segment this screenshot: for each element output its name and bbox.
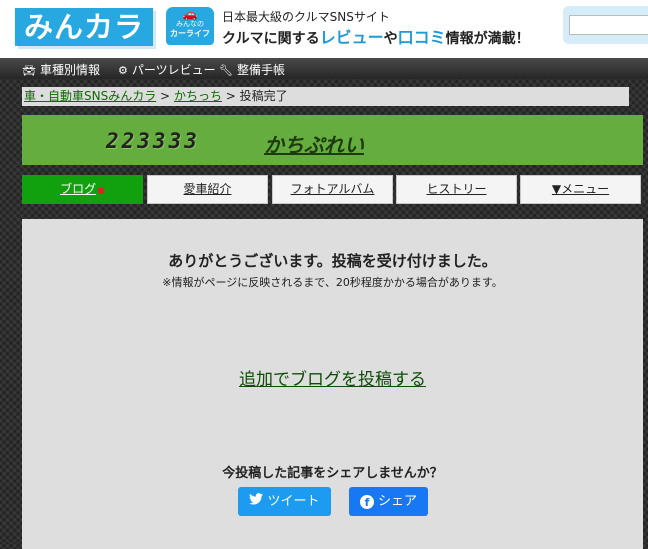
thanks-message: ありがとうございます。投稿を受け付けました。 bbox=[168, 252, 497, 270]
car-icon: 🚗 bbox=[182, 7, 198, 21]
new-badge-icon: ● bbox=[97, 186, 105, 196]
tab-history[interactable]: ヒストリー bbox=[396, 175, 517, 204]
tweet-button-label: ツイート bbox=[267, 494, 320, 509]
wrench-icon: 🔧︎ bbox=[219, 64, 233, 77]
tagline-kuchikomi: 口コミ bbox=[397, 28, 446, 47]
carlife-badge-line2: カーライフ bbox=[170, 29, 210, 38]
share-prompt: 今投稿した記事をシェアしませんか？ bbox=[222, 466, 443, 481]
add-blog-post-link[interactable]: 追加でブログを投稿する bbox=[22, 365, 643, 390]
breadcrumb-separator: > bbox=[160, 89, 171, 103]
tagline-part2: や bbox=[383, 31, 398, 47]
site-header: みんカラ 🚗 みんなの カーライフ 日本最大級のクルマSNSサイト クルマに関す… bbox=[0, 0, 648, 58]
nav-item-label: 車種別情報 bbox=[39, 63, 100, 77]
breadcrumb-home-link[interactable]: 車・自動車SNSみんカラ bbox=[24, 89, 156, 103]
nav-item-maintenance[interactable]: 🔧︎ 整備手帳 bbox=[219, 61, 285, 78]
tab-label: フォトアルバム bbox=[290, 182, 375, 196]
visit-counter: 223333 bbox=[106, 129, 200, 153]
tab-my-car[interactable]: 愛車紹介 bbox=[147, 175, 268, 204]
reflection-note: ※情報がページに反映されるまで、20秒程度かかる場合があります。 bbox=[162, 276, 503, 289]
tab-label: 愛車紹介 bbox=[183, 182, 232, 196]
breadcrumb: 車・自動車SNSみんカラ > かちっち > 投稿完了 bbox=[22, 87, 629, 106]
search-input[interactable] bbox=[569, 15, 648, 35]
tagline-part3: 情報が満載！ bbox=[445, 31, 530, 47]
tagline-main: クルマに関するレビューや口コミ情報が満載！ bbox=[222, 24, 530, 48]
nav-item-parts-review[interactable]: ⚙ パーツレビュー bbox=[118, 61, 216, 78]
carlife-badge[interactable]: 🚗 みんなの カーライフ bbox=[166, 7, 214, 45]
breadcrumb-user-link[interactable]: かちっち bbox=[174, 89, 222, 103]
blog-header: 223333 かちぷれい bbox=[22, 115, 643, 165]
tab-label: ヒストリー bbox=[426, 182, 487, 196]
top-nav: 🚘︎ 車種別情報 ⚙ パーツレビュー 🔧︎ 整備手帳 bbox=[0, 58, 648, 79]
tab-menu[interactable]: ▼メニュー bbox=[520, 175, 641, 204]
carlife-badge-line1: みんなの bbox=[176, 20, 204, 28]
nav-item-car-info[interactable]: 🚘︎ 車種別情報 bbox=[22, 61, 100, 78]
facebook-icon: f bbox=[359, 494, 374, 509]
tab-photo-album[interactable]: フォトアルバム bbox=[272, 175, 393, 204]
facebook-share-label: シェア bbox=[377, 494, 417, 509]
tagline-part1: クルマに関する bbox=[222, 31, 320, 47]
minkara-logo[interactable]: みんカラ bbox=[15, 8, 153, 46]
tab-label: ▼メニュー bbox=[551, 182, 610, 196]
nav-item-label: パーツレビュー bbox=[131, 63, 216, 77]
nav-item-label: 整備手帳 bbox=[236, 63, 285, 77]
car-icon: 🚘︎ bbox=[22, 64, 36, 77]
parts-icon: ⚙ bbox=[118, 64, 128, 77]
facebook-share-button[interactable]: f シェア bbox=[349, 487, 428, 516]
post-complete-panel: ありがとうございます。投稿を受け付けました。 ※情報がページに反映されるまで、2… bbox=[22, 219, 643, 549]
tab-blog[interactable]: ブログ● bbox=[22, 175, 143, 204]
breadcrumb-current: 投稿完了 bbox=[239, 89, 288, 103]
breadcrumb-separator: > bbox=[225, 89, 236, 103]
twitter-bird-icon bbox=[249, 487, 264, 516]
tagline-review: レビュー bbox=[319, 28, 384, 47]
tab-label: ブログ bbox=[60, 182, 97, 196]
header-search-box bbox=[563, 6, 648, 44]
tagline-top: 日本最大級のクルマSNSサイト bbox=[222, 10, 390, 24]
tweet-button[interactable]: ツイート bbox=[238, 487, 331, 516]
blog-name-link[interactable]: かちぷれい bbox=[264, 129, 364, 158]
